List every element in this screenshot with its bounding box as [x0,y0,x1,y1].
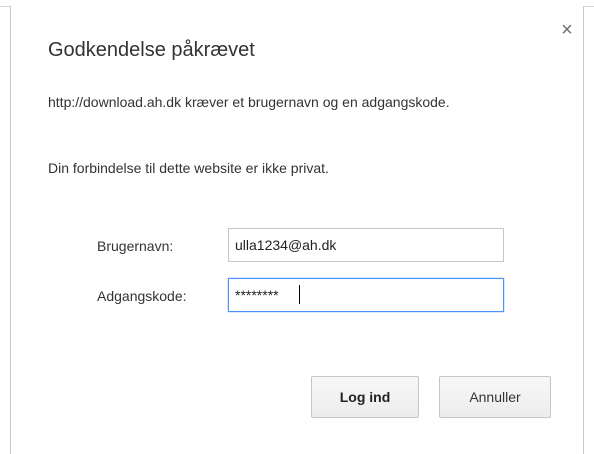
cancel-button[interactable]: Annuller [439,376,551,418]
password-input[interactable] [228,278,504,312]
login-button[interactable]: Log ind [311,376,419,418]
page: × Godkendelse påkrævet http://download.a… [0,0,594,454]
password-label: Adgangskode: [97,288,187,304]
username-input[interactable] [228,228,504,262]
auth-dialog: × Godkendelse påkrævet http://download.a… [10,6,584,454]
username-label: Brugernavn: [97,238,174,254]
dialog-title: Godkendelse påkrævet [48,39,255,61]
privacy-notice: Din forbindelse til dette website er ikk… [48,160,329,176]
text-cursor [299,285,300,304]
auth-message: http://download.ah.dk kræver et brugerna… [48,94,450,110]
close-icon[interactable]: × [557,20,577,40]
